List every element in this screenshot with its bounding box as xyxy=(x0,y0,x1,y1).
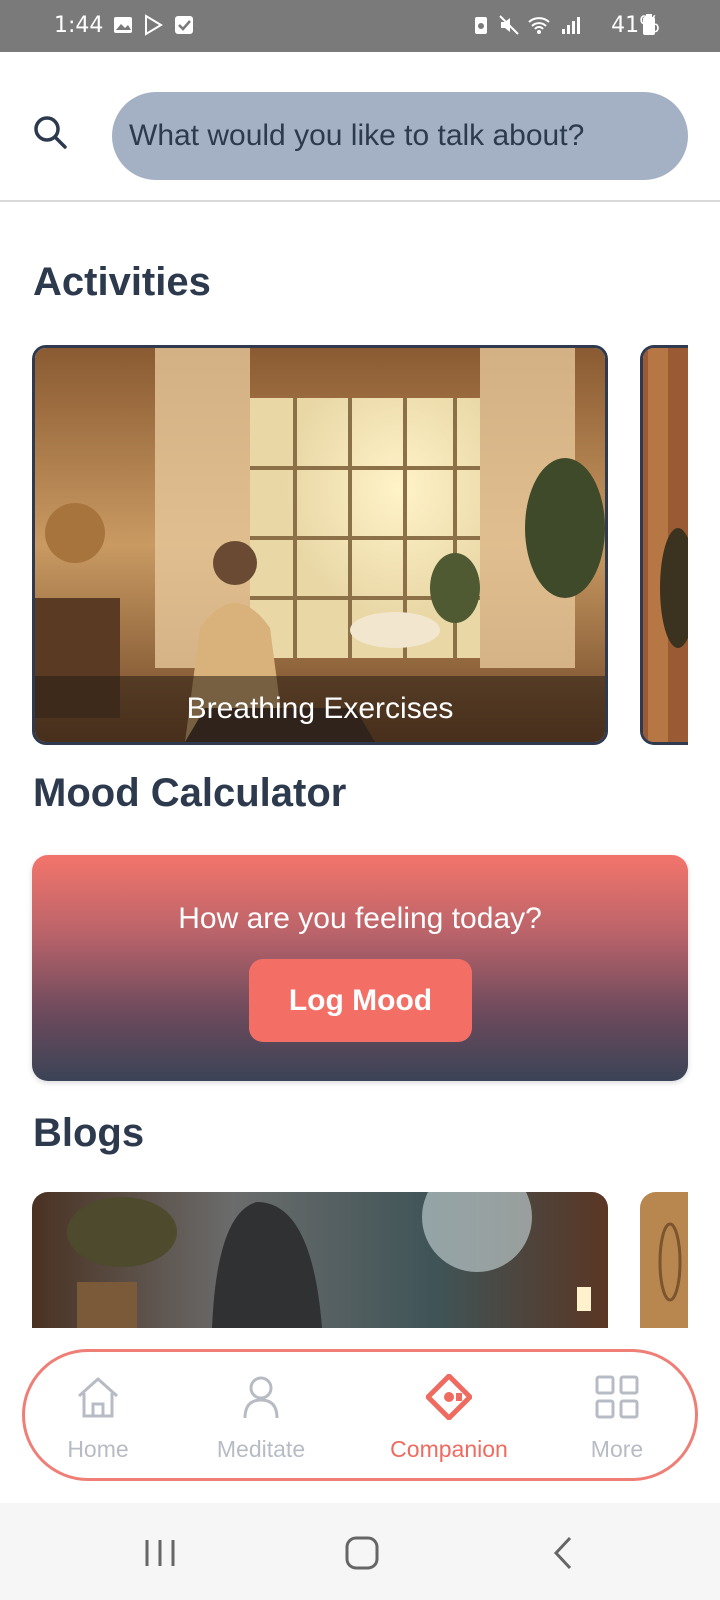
status-bar: 1:44 41% xyxy=(0,0,720,52)
nav-companion-label: Companion xyxy=(390,1436,508,1462)
check-notification-icon xyxy=(175,16,193,34)
activity-caption: Breathing Exercises xyxy=(35,676,605,742)
system-nav-bar xyxy=(0,1503,720,1600)
nav-meditate[interactable]: Meditate xyxy=(191,1352,331,1478)
mood-card: How are you feeling today? Log Mood xyxy=(32,855,688,1081)
status-time: 1:44 xyxy=(54,13,104,38)
header-divider xyxy=(0,200,720,202)
nav-more[interactable]: More xyxy=(565,1352,669,1478)
home-icon xyxy=(77,1377,119,1418)
bottom-nav: Home Meditate Companion More xyxy=(22,1349,698,1481)
person-icon xyxy=(243,1376,279,1419)
nav-home[interactable]: Home xyxy=(35,1352,161,1478)
blogs-heading: Blogs xyxy=(33,1111,145,1155)
nav-companion[interactable]: Companion xyxy=(371,1352,527,1478)
activity-image-next xyxy=(643,348,688,742)
nav-meditate-label: Meditate xyxy=(216,1436,306,1462)
mood-question: How are you feeling today? xyxy=(178,902,542,935)
blog-image xyxy=(32,1192,608,1328)
activity-card-breathing[interactable]: Breathing Exercises xyxy=(32,345,608,745)
mood-heading: Mood Calculator xyxy=(33,771,347,815)
blog-card-2[interactable] xyxy=(640,1192,688,1328)
gallery-notification-icon xyxy=(114,17,132,33)
nav-more-label: More xyxy=(590,1436,644,1462)
companion-icon xyxy=(426,1374,472,1420)
signal-icon xyxy=(562,17,580,34)
grid-icon xyxy=(595,1375,639,1419)
mute-icon xyxy=(499,15,519,35)
back-icon[interactable] xyxy=(552,1536,574,1570)
home-system-icon[interactable] xyxy=(345,1536,379,1570)
battery-saver-icon xyxy=(475,17,487,34)
activities-heading: Activities xyxy=(33,260,211,304)
play-store-notification-icon xyxy=(145,14,163,36)
search-input[interactable]: What would you like to talk about? xyxy=(112,92,688,180)
log-mood-button[interactable]: Log Mood xyxy=(249,959,472,1042)
activity-card-next[interactable] xyxy=(640,345,688,745)
blog-card-1[interactable] xyxy=(32,1192,608,1328)
battery-icon xyxy=(643,14,655,35)
recent-apps-icon[interactable] xyxy=(144,1538,178,1568)
search-icon[interactable] xyxy=(30,112,70,152)
blog-image-next xyxy=(640,1192,688,1328)
wifi-icon xyxy=(528,17,550,34)
nav-home-label: Home xyxy=(67,1436,129,1462)
